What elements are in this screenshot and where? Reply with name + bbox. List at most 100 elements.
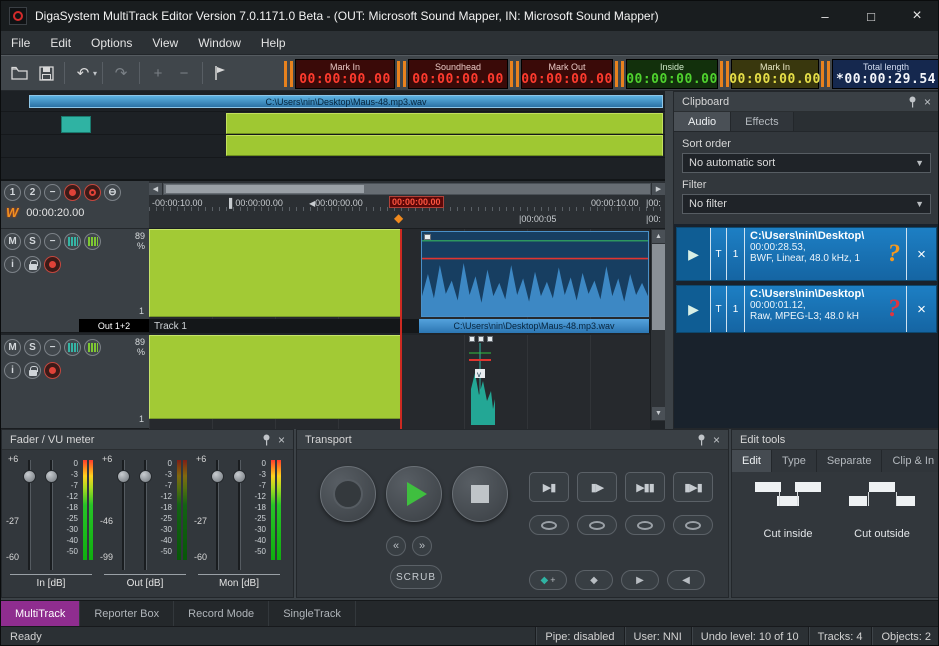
fader-knob[interactable] [233, 470, 246, 483]
skip-forward-button[interactable]: » [412, 536, 432, 556]
fader-knob[interactable] [139, 470, 152, 483]
play-to-cursor-button[interactable]: ▶▮ [529, 472, 569, 502]
wave-tool-icon[interactable]: W [6, 205, 18, 220]
playhead-marker-icon[interactable]: ◆ [394, 211, 403, 225]
collapse-button[interactable]: − [44, 233, 61, 250]
menu-file[interactable]: File [1, 31, 40, 54]
save-button[interactable] [33, 60, 59, 86]
menu-window[interactable]: Window [188, 31, 251, 54]
next-marker-button[interactable]: ▶ [621, 570, 659, 590]
menu-help[interactable]: Help [251, 31, 296, 54]
pin-icon[interactable] [908, 96, 917, 108]
record-mode-button[interactable] [84, 184, 101, 201]
remove-button[interactable]: − [171, 60, 197, 86]
fader-knob[interactable] [45, 470, 58, 483]
select-track-1-button[interactable]: 1 [4, 184, 21, 201]
tab-record-mode[interactable]: Record Mode [174, 601, 269, 627]
remove-item-button[interactable]: × [906, 286, 936, 332]
collapse-button[interactable]: − [44, 339, 61, 356]
skip-back-button[interactable]: « [386, 536, 406, 556]
maximize-button[interactable]: □ [848, 1, 894, 31]
tab-effects[interactable]: Effects [731, 112, 793, 131]
select-track-2-button[interactable]: 2 [24, 184, 41, 201]
loop-button[interactable] [673, 515, 713, 535]
audio-object-teal[interactable]: v [463, 343, 501, 425]
close-panel-icon[interactable]: × [713, 433, 720, 447]
marker-add-button[interactable]: ◆+ [529, 570, 567, 590]
scrub-button[interactable]: SCRUB [390, 565, 442, 589]
record-button[interactable] [320, 466, 376, 522]
clip-handle[interactable] [424, 234, 431, 240]
play-to-mark-button[interactable]: ▶▮▮ [625, 472, 665, 502]
scrollbar-thumb[interactable] [166, 185, 364, 193]
scroll-down-button[interactable]: ▼ [652, 407, 665, 420]
record-arm-button[interactable] [64, 184, 81, 201]
overview-clip-title[interactable]: C:\Users\nin\Desktop\Maus-48.mp3.wav [29, 95, 663, 108]
clipboard-item[interactable]: ▶ T 1 C:\Users\nin\Desktop\ 00:00:28.53,… [676, 227, 937, 281]
timeline-ruler[interactable]: ◀ ▶ -00:00:10.00 ▌00:00:00.00 ◀00:00:00.… [149, 181, 665, 229]
filter-select[interactable]: No filter ▼ [682, 194, 931, 214]
scroll-up-button[interactable]: ▲ [652, 230, 665, 243]
fader-knob[interactable] [211, 470, 224, 483]
play-item-button[interactable]: ▶ [677, 286, 711, 332]
fader-knob[interactable] [117, 470, 130, 483]
tab-reporter-box[interactable]: Reporter Box [80, 601, 174, 627]
record-arm-button[interactable] [44, 362, 61, 379]
open-file-button[interactable] [7, 60, 33, 86]
mute-button[interactable]: M [4, 233, 21, 250]
loop-mode-button[interactable]: ⊖ [104, 184, 121, 201]
close-panel-icon[interactable]: × [924, 95, 931, 109]
menu-view[interactable]: View [142, 31, 188, 54]
minimize-button[interactable]: – [802, 1, 848, 31]
audio-clip-waveform[interactable] [421, 231, 649, 317]
vertical-scrollbar[interactable]: ▲ ▼ [650, 229, 665, 421]
object-handle[interactable] [478, 336, 484, 342]
close-button[interactable]: × [894, 1, 939, 31]
play-from-cursor-button[interactable]: ▮▶ [577, 472, 617, 502]
tab-multitrack[interactable]: MultiTrack [1, 601, 80, 627]
tab-separate[interactable]: Separate [817, 450, 883, 472]
track-name[interactable]: Track 1 [149, 321, 187, 332]
scroll-right-button[interactable]: ▶ [652, 183, 665, 195]
meter-button[interactable] [64, 233, 81, 250]
clip-title-bar[interactable]: C:\Users\nin\Desktop\Maus-48.mp3.wav [419, 319, 649, 333]
audio-clip-green[interactable] [149, 335, 401, 419]
overview-clip-green[interactable] [226, 135, 663, 156]
tab-edit[interactable]: Edit [732, 450, 772, 472]
overview-clip-green[interactable] [226, 113, 663, 134]
track-output-label[interactable]: Out 1+2 [79, 319, 149, 332]
clipboard-item[interactable]: ▶ T 1 C:\Users\nin\Desktop\ 00:00:01.12,… [676, 285, 937, 333]
loop-button[interactable] [529, 515, 569, 535]
tab-type[interactable]: Type [772, 450, 817, 472]
pin-icon[interactable] [262, 434, 271, 446]
question-mark-icon[interactable]: ? [882, 228, 906, 280]
cut-outside-tool[interactable]: Cut outside [836, 482, 928, 540]
loop-button[interactable] [625, 515, 665, 535]
record-arm-button[interactable] [44, 256, 61, 273]
object-handle[interactable] [469, 336, 475, 342]
solo-button[interactable]: S [24, 339, 41, 356]
horizontal-scrollbar[interactable] [163, 183, 651, 195]
menu-edit[interactable]: Edit [40, 31, 81, 54]
sort-order-select[interactable]: No automatic sort ▼ [682, 153, 931, 173]
solo-button[interactable]: S [24, 233, 41, 250]
question-mark-icon[interactable]: ? [882, 286, 906, 332]
marker-button[interactable]: ◆ [575, 570, 613, 590]
arrangement-overview[interactable]: C:\Users\nin\Desktop\Maus-48.mp3.wav [1, 91, 665, 181]
undo-dropdown-caret-icon[interactable]: ▾ [93, 69, 97, 78]
audio-clip-green[interactable] [149, 229, 401, 317]
tab-singletrack[interactable]: SingleTrack [269, 601, 356, 627]
play-button[interactable] [386, 466, 442, 522]
meter-button[interactable] [84, 339, 101, 356]
stop-button[interactable] [452, 466, 508, 522]
overview-clip-teal[interactable] [61, 116, 91, 133]
menu-options[interactable]: Options [81, 31, 142, 54]
play-item-button[interactable]: ▶ [677, 228, 711, 280]
redo-button[interactable]: ↷ [108, 60, 134, 86]
cut-inside-tool[interactable]: Cut inside [742, 482, 834, 540]
scroll-left-button[interactable]: ◀ [149, 183, 162, 195]
playhead-line[interactable] [400, 229, 402, 429]
fader-knob[interactable] [23, 470, 36, 483]
info-button[interactable]: i [4, 256, 21, 273]
play-selection-button[interactable]: ▮▶▮ [673, 472, 713, 502]
